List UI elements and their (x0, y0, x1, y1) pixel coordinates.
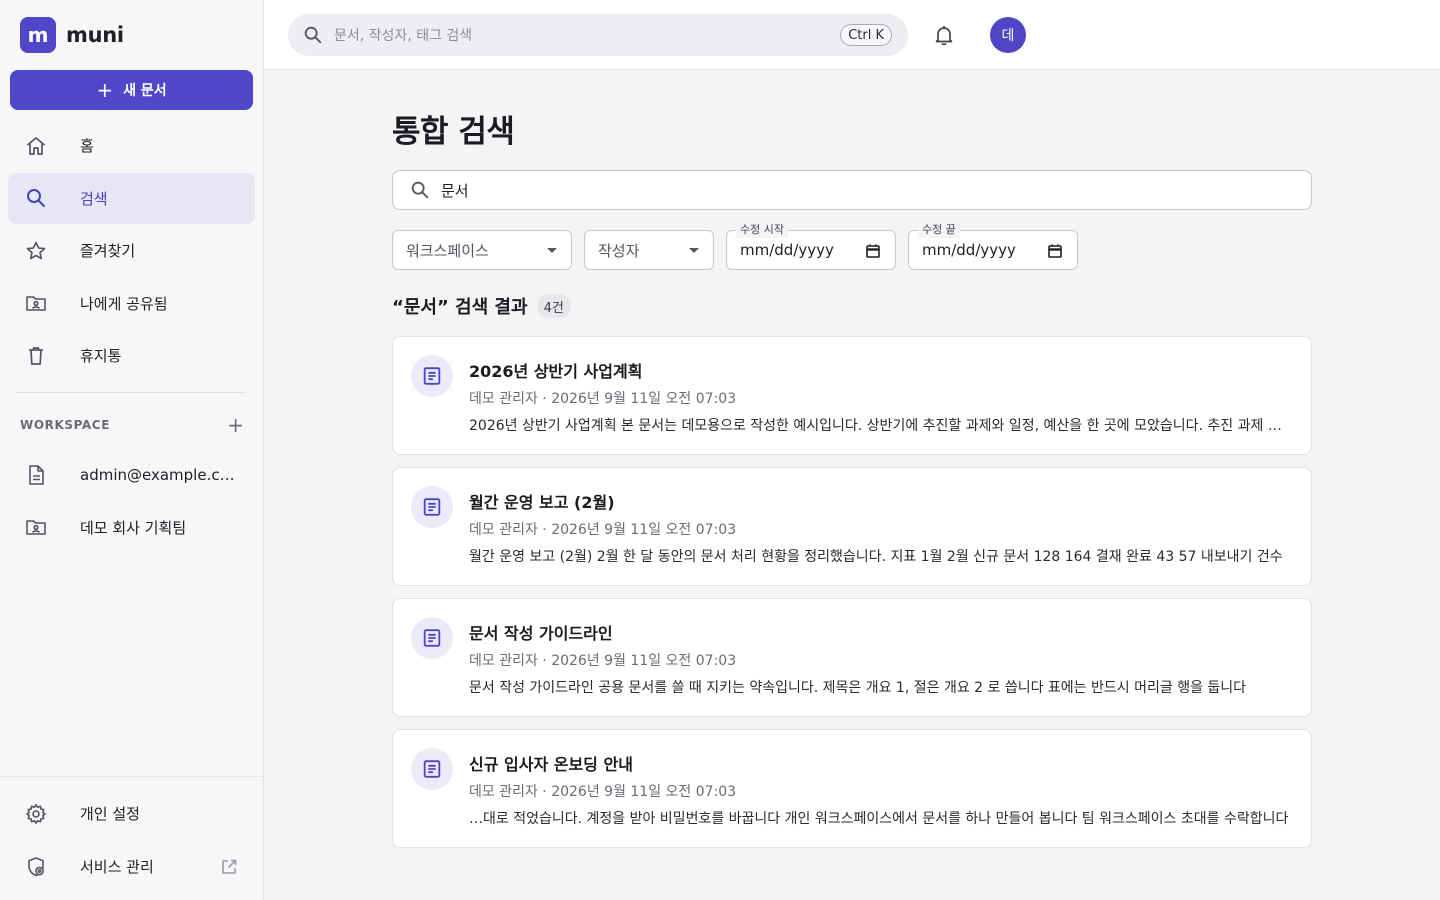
result-card[interactable]: 신규 입사자 온보딩 안내 데모 관리자 · 2026년 9월 11일 오전 0… (392, 729, 1312, 848)
sidebar-item-label: 서비스 관리 (80, 858, 154, 876)
workspace-item-personal[interactable]: admin@example.c… (8, 449, 255, 500)
result-meta: 데모 관리자 · 2026년 9월 11일 오전 07:03 (469, 653, 737, 669)
results-header: “문서” 검색 결과 4건 (392, 293, 571, 319)
trash-icon (24, 344, 48, 368)
home-icon (24, 134, 48, 158)
topbar: 문서, 작성자, 태그 검색 Ctrl K 데 (264, 0, 1440, 70)
chevron-down-icon (547, 248, 557, 253)
sidebar-item-admin[interactable]: 서비스 관리 (8, 841, 255, 892)
results-list: 2026년 상반기 사업계획 데모 관리자 · 2026년 9월 11일 오전 … (392, 336, 1312, 860)
result-card[interactable]: 2026년 상반기 사업계획 데모 관리자 · 2026년 9월 11일 오전 … (392, 336, 1312, 455)
star-icon (24, 239, 48, 263)
date-from-field[interactable]: 수정 시작 mm/dd/yyyy (726, 222, 896, 270)
document-icon (411, 748, 453, 790)
calendar-icon[interactable] (1047, 243, 1063, 259)
bell-icon[interactable] (932, 23, 956, 47)
document-icon (411, 486, 453, 528)
page-title: 통합 검색 (392, 114, 515, 150)
search-icon (302, 24, 324, 46)
result-snippet: 월간 운영 보고 (2월) 2월 한 달 동안의 문서 처리 현황을 정리했습니… (469, 549, 1283, 565)
result-title: 문서 작성 가이드라인 (469, 624, 613, 643)
workspace-header: WORKSPACE + (20, 414, 244, 436)
result-meta: 데모 관리자 · 2026년 9월 11일 오전 07:03 (469, 391, 737, 407)
author-filter-label: 작성자 (598, 241, 640, 260)
result-snippet: 문서 작성 가이드라인 공용 문서를 쓸 때 지키는 약속입니다. 제목은 개요… (469, 680, 1247, 696)
shield-settings-icon (24, 855, 48, 879)
results-count-badge: 4건 (536, 294, 571, 318)
result-snippet: 2026년 상반기 사업계획 본 문서는 데모용으로 작성한 예시입니다. 상반… (469, 418, 1291, 434)
sidebar-item-search[interactable]: 검색 (8, 172, 255, 224)
result-meta: 데모 관리자 · 2026년 9월 11일 오전 07:03 (469, 522, 737, 538)
shared-folder-icon (24, 291, 48, 315)
add-workspace-icon[interactable]: + (227, 415, 244, 435)
workspace-list: admin@example.c… 데모 회사 기획팀 (8, 449, 255, 554)
sidebar-item-home[interactable]: 홈 (8, 120, 255, 171)
chevron-down-icon (689, 248, 699, 253)
sidebar-item-trash[interactable]: 휴지통 (8, 330, 255, 381)
sidebar-item-shared[interactable]: 나에게 공유됨 (8, 278, 255, 329)
date-from-value: mm/dd/yyyy (740, 241, 834, 259)
sidebar-item-label: 개인 설정 (80, 805, 140, 823)
shortcut-hint: Ctrl K (840, 24, 892, 46)
results-title: “문서” 검색 결과 (392, 297, 528, 318)
result-card[interactable]: 월간 운영 보고 (2월) 데모 관리자 · 2026년 9월 11일 오전 0… (392, 467, 1312, 586)
shared-folder-icon (24, 515, 48, 539)
search-placeholder: 문서, 작성자, 태그 검색 (334, 28, 473, 44)
workspace-item-label: admin@example.c… (80, 465, 235, 484)
workspace-filter-select[interactable]: 워크스페이스 (392, 230, 572, 270)
sidebar-item-label: 홈 (80, 137, 94, 155)
date-to-field[interactable]: 수정 끝 mm/dd/yyyy (908, 222, 1078, 270)
sidebar-item-favorites[interactable]: 즐겨찾기 (8, 225, 255, 276)
new-document-label: 새 문서 (123, 83, 167, 99)
sidebar-divider (16, 392, 246, 393)
document-icon (411, 617, 453, 659)
sidebar-nav: 홈 검색 즐겨찾기 나에게 공유됨 휴지통 (8, 120, 255, 383)
plus-icon: + (96, 78, 114, 102)
logo-icon: m (20, 17, 56, 53)
result-title: 신규 입사자 온보딩 안내 (469, 755, 633, 774)
document-icon (24, 463, 48, 487)
brand-name: muni (66, 23, 124, 47)
date-from-label: 수정 시작 (736, 222, 788, 238)
workspace-item-team[interactable]: 데모 회사 기획팀 (8, 502, 255, 553)
search-query-field[interactable] (392, 170, 1312, 210)
result-meta: 데모 관리자 · 2026년 9월 11일 오전 07:03 (469, 784, 737, 800)
sidebar-item-label: 나에게 공유됨 (80, 294, 168, 313)
sidebar-item-label: 검색 (80, 189, 108, 208)
search-query-input[interactable] (441, 181, 1281, 199)
workspace-section-title: WORKSPACE (20, 418, 111, 432)
brand[interactable]: m muni (20, 17, 124, 53)
sidebar: m muni + 새 문서 홈 검색 즐겨찾기 나에게 공유됨 휴지통 WORK… (0, 0, 264, 900)
date-to-value: mm/dd/yyyy (922, 241, 1016, 259)
result-title: 2026년 상반기 사업계획 (469, 362, 643, 381)
result-title: 월간 운영 보고 (2월) (469, 493, 615, 512)
date-to-label: 수정 끝 (918, 222, 960, 238)
sidebar-item-label: 즐겨찾기 (80, 242, 136, 260)
external-link-icon (219, 857, 239, 877)
workspace-filter-label: 워크스페이스 (406, 241, 489, 260)
search-icon (24, 186, 48, 210)
avatar[interactable]: 데 (990, 17, 1026, 53)
document-icon (411, 355, 453, 397)
new-document-button[interactable]: + 새 문서 (10, 70, 253, 110)
workspace-item-label: 데모 회사 기획팀 (80, 518, 187, 537)
sidebar-item-label: 휴지통 (80, 347, 122, 365)
result-card[interactable]: 문서 작성 가이드라인 데모 관리자 · 2026년 9월 11일 오전 07:… (392, 598, 1312, 717)
sidebar-bottom: 개인 설정 서비스 관리 (0, 776, 263, 900)
author-filter-select[interactable]: 작성자 (584, 230, 714, 270)
search-icon (409, 179, 431, 201)
result-snippet: …대로 적었습니다. 계정을 받아 비밀번호를 바꿉니다 개인 워크스페이스에서… (469, 811, 1289, 827)
sidebar-item-settings[interactable]: 개인 설정 (8, 788, 255, 839)
calendar-icon[interactable] (865, 243, 881, 259)
gear-icon (24, 802, 48, 826)
global-search-input[interactable]: 문서, 작성자, 태그 검색 Ctrl K (288, 14, 908, 56)
